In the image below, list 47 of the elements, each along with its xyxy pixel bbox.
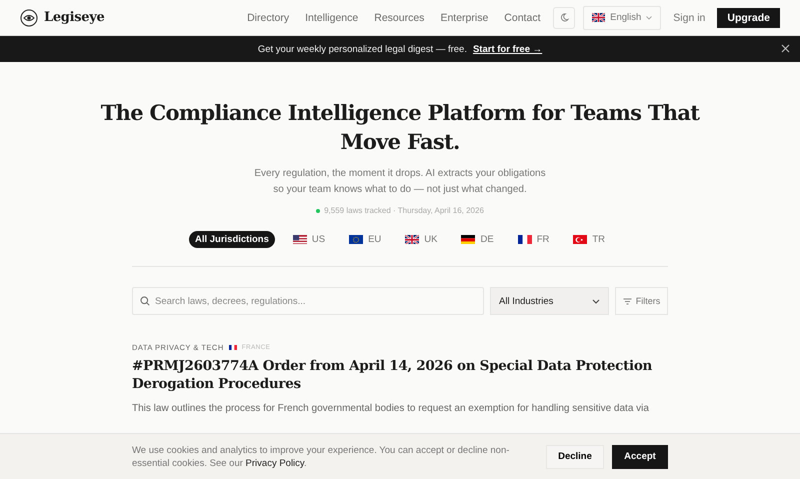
hero-subtitle: Every regulation, the moment it drops. AI extracts your obligations so your team knows what to do — not just what changed. [253, 167, 547, 197]
close-icon[interactable] [781, 44, 790, 53]
start-link[interactable]: Start for free → [472, 44, 542, 54]
flag-icon [573, 234, 588, 244]
chevron-down-icon [646, 16, 652, 20]
jurisdiction-tab[interactable]: EU [343, 231, 388, 248]
flag-icon [518, 234, 532, 244]
nav-link[interactable]: Enterprise [440, 12, 488, 24]
flag-icon [405, 234, 420, 244]
jurisdiction-tab[interactable]: DE [455, 231, 500, 248]
jurisdiction-tab[interactable]: US [286, 231, 332, 248]
decline-button[interactable]: Decline [546, 444, 604, 468]
search-icon [140, 296, 150, 306]
upgrade-button[interactable]: Upgrade [717, 8, 780, 28]
nav-link[interactable]: Contact [504, 12, 540, 24]
flag-icon [292, 234, 307, 244]
flag-icon [349, 234, 364, 244]
flag-icon [228, 344, 237, 350]
filters-button[interactable]: Filters [615, 287, 668, 315]
article-title[interactable]: #PRMJ2603774A Order from April 14, 2026 on Special Data Protection Derogation Procedures [132, 357, 668, 393]
article-summary: This law outlines the process for French governmental bodies to request an exemption for handling sensitive data via [132, 402, 650, 416]
hero-title: The Compliance Intelligence Platform for Teams That Move Fast. [100, 99, 700, 156]
status-text: 9,559 laws tracked · Thursday, April 16, 2026 [324, 206, 484, 215]
accept-button[interactable]: Accept [612, 444, 668, 468]
theme-toggle-button[interactable] [553, 6, 576, 28]
search-field[interactable]: Search laws, decrees, regulations... [132, 287, 484, 315]
jurisdiction-tab[interactable]: FR [512, 231, 556, 248]
nav-link[interactable]: Resources [374, 12, 424, 24]
industry-dropdown[interactable]: All Industries [490, 287, 609, 315]
uk-flag-icon [592, 13, 606, 22]
status-dot [316, 208, 320, 212]
moon-icon [560, 13, 569, 22]
language-selector[interactable]: English [583, 6, 662, 30]
brand-name[interactable]: Legiseye [44, 10, 104, 25]
filter-icon [622, 298, 632, 304]
flag-icon [461, 234, 476, 244]
eye-logo-icon [20, 8, 38, 26]
nav-link[interactable]: Directory [247, 12, 290, 24]
jurisdiction-tab[interactable]: All Jurisdictions [188, 231, 275, 248]
banner-text: Get your weekly personalized legal digest — free. [258, 44, 467, 54]
nav-link[interactable]: Intelligence [305, 12, 358, 24]
privacy-policy-link[interactable]: Privacy Policy [246, 458, 304, 468]
jurisdiction-tab[interactable]: TR [567, 231, 612, 248]
cookie-text: We use cookies and analytics to improve your experience. You can accept or decline non-essential cookies. See our Privacy Policy. [132, 444, 510, 470]
chevron-down-icon [592, 298, 600, 304]
sign-in-link[interactable]: Sign in [673, 12, 706, 24]
jurisdiction-tab[interactable]: UK [399, 231, 444, 248]
